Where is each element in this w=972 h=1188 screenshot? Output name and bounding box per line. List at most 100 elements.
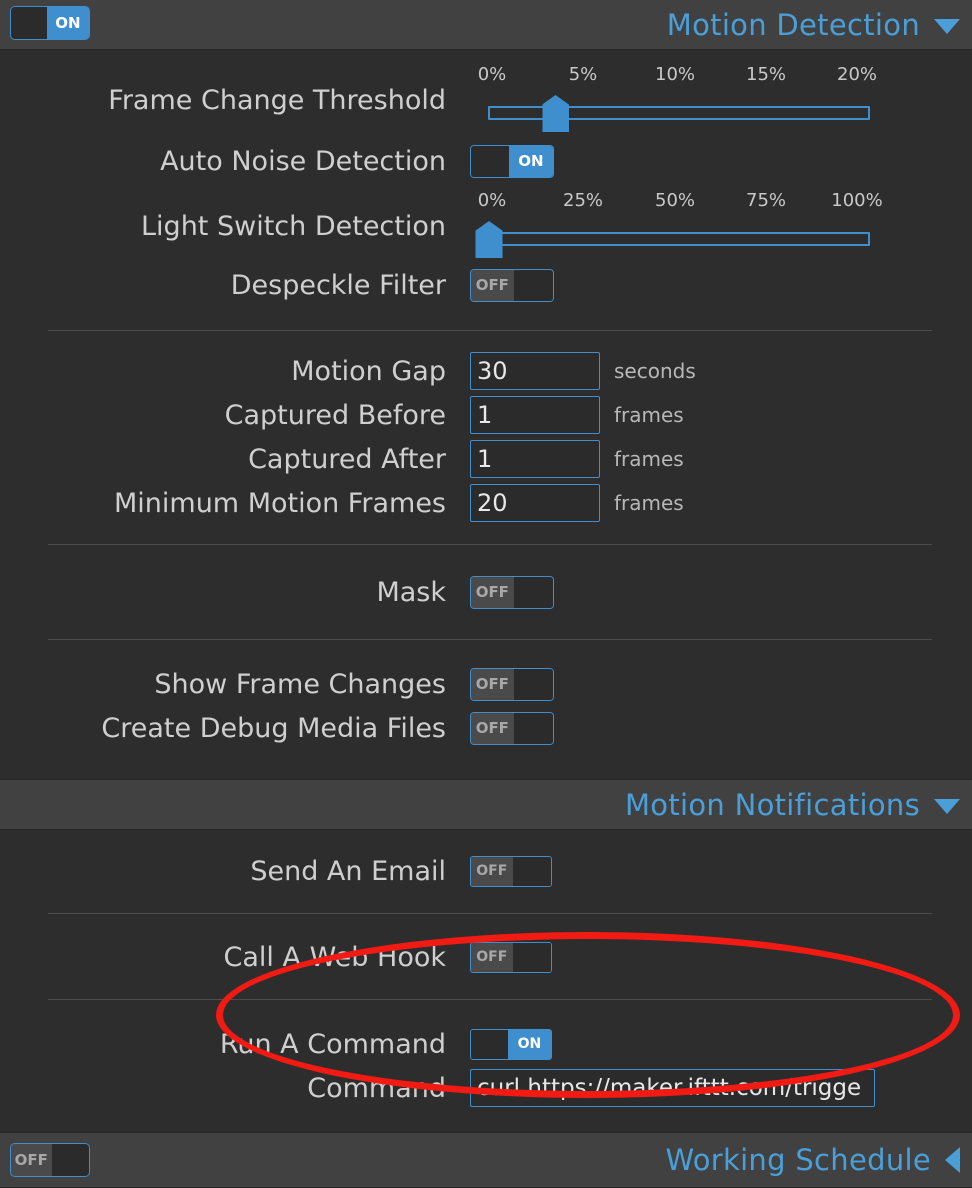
label-minimum-motion-frames: Minimum Motion Frames xyxy=(113,487,446,519)
row-command: Command xyxy=(0,1066,972,1110)
slider-tick: 75% xyxy=(745,190,787,211)
toggle-state-label: OFF xyxy=(471,856,513,886)
slider-tick-labels: 0% 25% 50% 75% 100% xyxy=(470,190,883,218)
control-captured-after: frames xyxy=(470,440,684,478)
row-motion-gap: Motion Gap seconds xyxy=(0,349,972,393)
label-frame-change-threshold: Frame Change Threshold xyxy=(108,84,446,116)
toggle-state-label: ON xyxy=(46,7,89,39)
chevron-down-icon[interactable] xyxy=(934,799,960,814)
slider-tick: 50% xyxy=(654,190,696,211)
send-an-email-toggle[interactable]: OFF xyxy=(470,855,552,887)
command-input[interactable] xyxy=(470,1069,875,1107)
row-captured-after: Captured After frames xyxy=(0,437,972,481)
toggle-knob xyxy=(513,269,553,301)
captured-before-unit: frames xyxy=(614,403,684,427)
motion-notifications-header[interactable]: Motion Notifications xyxy=(0,779,972,830)
label-despeckle-filter: Despeckle Filter xyxy=(230,269,446,301)
slider-tick: 100% xyxy=(831,190,883,211)
label-run-a-command: Run A Command xyxy=(219,1028,446,1060)
control-captured-before: frames xyxy=(470,396,684,434)
slider-handle[interactable] xyxy=(542,95,569,132)
toggle-knob xyxy=(51,1144,89,1176)
slider-tick: 10% xyxy=(654,64,696,85)
motion-detection-title-group[interactable]: Motion Detection xyxy=(667,8,972,42)
working-schedule-title-group[interactable]: Working Schedule xyxy=(665,1143,972,1177)
label-captured-before: Captured Before xyxy=(224,399,446,431)
captured-after-input[interactable] xyxy=(470,440,600,478)
toggle-knob xyxy=(471,1029,508,1059)
auto-noise-detection-toggle[interactable]: ON xyxy=(470,144,554,178)
motion-gap-input[interactable] xyxy=(470,352,600,390)
row-call-a-web-hook: Call A Web Hook OFF xyxy=(0,935,972,979)
slider-tick: 5% xyxy=(568,64,598,85)
toggle-knob xyxy=(512,856,551,886)
row-create-debug-media-files: Create Debug Media Files OFF xyxy=(0,706,972,750)
toggle-knob xyxy=(513,712,553,744)
minimum-motion-frames-input[interactable] xyxy=(470,484,600,522)
toggle-knob xyxy=(471,145,509,177)
control-minimum-motion-frames: frames xyxy=(470,484,684,522)
toggle-knob xyxy=(513,668,553,700)
control-run-a-command: ON xyxy=(470,1028,552,1060)
section-title-text: Motion Detection xyxy=(666,7,920,42)
despeckle-filter-toggle[interactable]: OFF xyxy=(470,268,554,302)
row-show-frame-changes: Show Frame Changes OFF xyxy=(0,662,972,706)
slider-track[interactable] xyxy=(488,232,870,246)
control-call-a-web-hook: OFF xyxy=(470,941,552,973)
motion-notifications-title-group[interactable]: Motion Notifications xyxy=(625,788,972,822)
toggle-state-label: ON xyxy=(507,1029,551,1059)
toggle-knob xyxy=(512,942,551,972)
minimum-motion-frames-unit: frames xyxy=(614,491,684,515)
label-motion-gap: Motion Gap xyxy=(291,355,446,387)
slider-tick: 0% xyxy=(477,64,507,85)
label-auto-noise-detection: Auto Noise Detection xyxy=(160,145,446,177)
slider-handle[interactable] xyxy=(475,221,503,258)
frame-change-threshold-slider[interactable]: 0% 5% 10% 15% 20% xyxy=(470,64,877,136)
toggle-knob xyxy=(513,576,553,608)
row-despeckle-filter: Despeckle Filter OFF xyxy=(0,262,972,308)
label-light-switch-detection: Light Switch Detection xyxy=(141,210,446,242)
run-a-command-toggle[interactable]: ON xyxy=(470,1028,552,1060)
label-captured-after: Captured After xyxy=(248,443,446,475)
toggle-state-label: OFF xyxy=(471,712,514,744)
label-create-debug-media-files: Create Debug Media Files xyxy=(101,712,446,744)
working-schedule-enable-toggle[interactable]: OFF xyxy=(10,1143,90,1177)
control-despeckle-filter: OFF xyxy=(470,268,554,302)
motion-detection-enable-toggle[interactable]: ON xyxy=(10,6,90,40)
slider-tick: 20% xyxy=(836,64,878,85)
label-command: Command xyxy=(307,1072,446,1104)
motion-detection-header[interactable]: ON Motion Detection xyxy=(0,0,972,50)
row-auto-noise-detection: Auto Noise Detection ON xyxy=(0,136,972,186)
row-light-switch-detection: Light Switch Detection 0% 25% 50% 75% 10… xyxy=(0,190,972,262)
show-frame-changes-toggle[interactable]: OFF xyxy=(470,667,554,701)
toggle-state-label: OFF xyxy=(471,269,514,301)
row-minimum-motion-frames: Minimum Motion Frames frames xyxy=(0,481,972,525)
row-mask: Mask OFF xyxy=(0,570,972,614)
create-debug-media-files-toggle[interactable]: OFF xyxy=(470,711,554,745)
captured-before-input[interactable] xyxy=(470,396,600,434)
control-motion-gap: seconds xyxy=(470,352,696,390)
slider-tick: 15% xyxy=(745,64,787,85)
call-a-web-hook-toggle[interactable]: OFF xyxy=(470,941,552,973)
captured-after-unit: frames xyxy=(614,447,684,471)
chevron-left-icon[interactable] xyxy=(945,1147,960,1173)
light-switch-detection-slider[interactable]: 0% 25% 50% 75% 100% xyxy=(470,190,883,262)
section-title-text: Working Schedule xyxy=(665,1143,931,1177)
toggle-state-label: OFF xyxy=(471,668,514,700)
label-mask: Mask xyxy=(376,576,446,608)
control-show-frame-changes: OFF xyxy=(470,667,554,701)
working-schedule-header[interactable]: OFF Working Schedule xyxy=(0,1132,972,1188)
control-auto-noise-detection: ON xyxy=(470,144,554,178)
control-command xyxy=(470,1069,875,1107)
mask-toggle[interactable]: OFF xyxy=(470,575,554,609)
slider-tick: 25% xyxy=(562,190,604,211)
toggle-state-label: OFF xyxy=(11,1144,52,1176)
toggle-state-label: ON xyxy=(508,145,553,177)
label-show-frame-changes: Show Frame Changes xyxy=(154,668,446,700)
control-send-an-email: OFF xyxy=(470,855,552,887)
row-captured-before: Captured Before frames xyxy=(0,393,972,437)
toggle-state-label: OFF xyxy=(471,942,513,972)
chevron-down-icon[interactable] xyxy=(934,19,960,34)
section-title-text: Motion Notifications xyxy=(624,787,920,822)
label-call-a-web-hook: Call A Web Hook xyxy=(223,941,446,973)
